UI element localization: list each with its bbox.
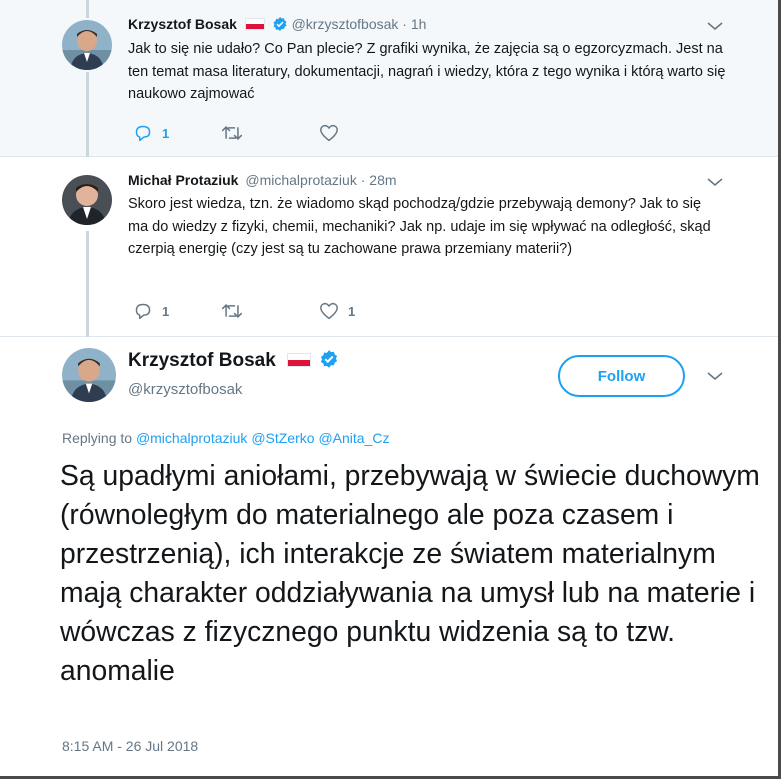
screenshot-frame — [0, 0, 781, 779]
